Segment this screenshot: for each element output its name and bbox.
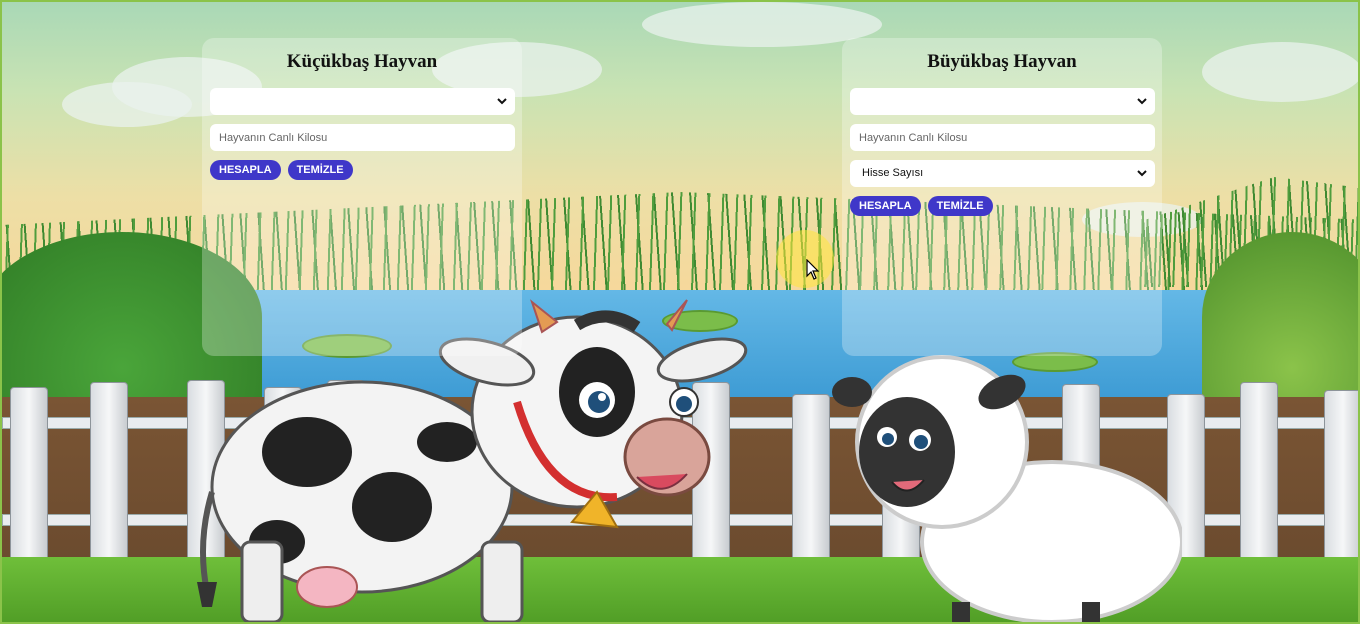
small-button-row: HESAPLA TEMİZLE — [210, 160, 514, 180]
small-clear-button[interactable]: TEMİZLE — [287, 160, 353, 180]
fence-post — [1324, 390, 1358, 565]
farm-background: Küçükbaş Hayvan Hayvanın Canlı Kilosu HE… — [0, 0, 1360, 624]
small-animal-select[interactable] — [210, 88, 515, 115]
large-clear-button[interactable]: TEMİZLE — [927, 196, 993, 216]
large-calculate-button[interactable]: HESAPLA — [850, 196, 921, 216]
mouse-pointer-icon — [806, 259, 820, 280]
chevron-down-icon — [497, 98, 507, 105]
large-livestock-panel: Büyükbaş Hayvan Hayvanın Canlı Kilosu Hi… — [842, 38, 1162, 356]
large-weight-placeholder: Hayvanın Canlı Kilosu — [859, 132, 968, 144]
cloud — [1202, 42, 1358, 102]
fence-post — [1240, 382, 1278, 562]
large-button-row: HESAPLA TEMİZLE — [850, 196, 1154, 216]
chevron-down-icon — [1137, 170, 1147, 177]
cloud — [62, 82, 192, 127]
large-weight-input[interactable]: Hayvanın Canlı Kilosu — [850, 124, 1155, 151]
fence-post — [792, 394, 830, 564]
fence-post — [90, 382, 128, 562]
small-livestock-title: Küçükbaş Hayvan — [286, 51, 438, 72]
small-weight-input[interactable]: Hayvanın Canlı Kilosu — [210, 124, 515, 151]
small-weight-placeholder: Hayvanın Canlı Kilosu — [219, 132, 328, 144]
fence-post — [10, 387, 48, 567]
share-count-select[interactable]: Hisse Sayısı — [850, 160, 1155, 187]
chevron-down-icon — [1137, 98, 1147, 105]
small-calculate-button[interactable]: HESAPLA — [210, 160, 281, 180]
small-livestock-panel: Küçükbaş Hayvan Hayvanın Canlı Kilosu HE… — [202, 38, 522, 356]
cursor-highlight — [776, 230, 834, 288]
share-count-select-value: Hisse Sayısı — [862, 167, 924, 179]
sheep-illustration — [832, 355, 1182, 622]
large-livestock-title: Büyükbaş Hayvan — [927, 51, 1077, 72]
large-animal-select[interactable] — [850, 88, 1155, 115]
